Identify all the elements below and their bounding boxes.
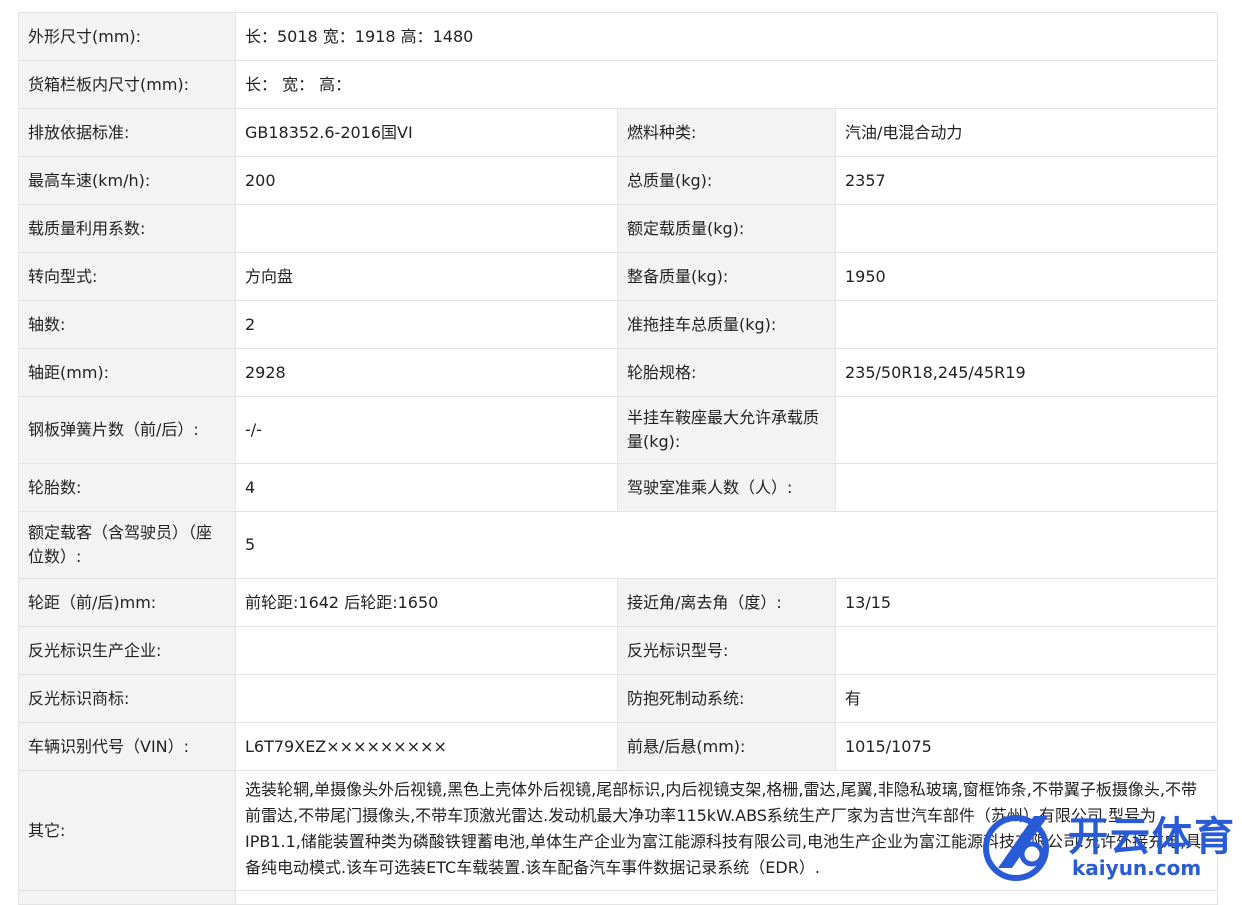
value-steering-type: 方向盘 [236,253,618,300]
table-row: 额定载客（含驾驶员）（座位数）: 5 [18,512,1218,579]
value-reflector-model [836,627,1218,674]
label-reflector-model: 反光标识型号: [618,627,836,674]
label-fuel-type: 燃料种类: [618,109,836,156]
value-emission-standard: GB18352.6-2016国VI [236,109,618,156]
label-cargo-box-dimensions: 货箱栏板内尺寸(mm): [18,61,236,108]
table-row: 反光标识商标: 防抱死制动系统: 有 [18,675,1218,723]
empty-cell [236,891,1218,904]
label-vin: 车辆识别代号（VIN）: [18,723,236,770]
value-cab-occupants [836,464,1218,511]
label-axle-count: 轴数: [18,301,236,348]
label-approach-departure-angle: 接近角/离去角（度）: [618,579,836,626]
label-rated-load: 额定载质量(kg): [618,205,836,252]
value-rated-load [836,205,1218,252]
vehicle-spec-table: 外形尺寸(mm): 长：5018 宽：1918 高：1480 货箱栏板内尺寸(m… [18,12,1218,905]
table-row: 轮距（前/后)mm: 前轮距:1642 后轮距:1650 接近角/离去角（度）:… [18,579,1218,627]
table-row: 转向型式: 方向盘 整备质量(kg): 1950 [18,253,1218,301]
value-overhang: 1015/1075 [836,723,1218,770]
value-saddle-load [836,397,1218,463]
label-reflector-brand: 反光标识商标: [18,675,236,722]
value-cargo-box-dimensions: 长： 宽： 高： [236,61,1218,108]
table-row: 排放依据标准: GB18352.6-2016国VI 燃料种类: 汽油/电混合动力 [18,109,1218,157]
label-emission-standard: 排放依据标准: [18,109,236,156]
table-row: 载质量利用系数: 额定载质量(kg): [18,205,1218,253]
table-row: 车辆识别代号（VIN）: L6T79XEZ××××××××× 前悬/后悬(mm)… [18,723,1218,771]
table-row: 外形尺寸(mm): 长：5018 宽：1918 高：1480 [18,13,1218,61]
value-fuel-type: 汽油/电混合动力 [836,109,1218,156]
label-track-width: 轮距（前/后)mm: [18,579,236,626]
value-curb-mass: 1950 [836,253,1218,300]
value-abs: 有 [836,675,1218,722]
value-approach-departure-angle: 13/15 [836,579,1218,626]
value-other: 选装轮辋,单摄像头外后视镜,黑色上壳体外后视镜,尾部标识,内后视镜支架,格栅,雷… [236,771,1218,890]
value-trailer-mass [836,301,1218,348]
value-track-width: 前轮距:1642 后轮距:1650 [236,579,618,626]
label-rated-passengers: 额定载客（含驾驶员）（座位数）: [18,512,236,578]
table-row: 轮胎数: 4 驾驶室准乘人数（人）: [18,464,1218,512]
value-axle-count: 2 [236,301,618,348]
label-curb-mass: 整备质量(kg): [618,253,836,300]
value-reflector-maker [236,627,618,674]
label-cab-occupants: 驾驶室准乘人数（人）: [618,464,836,511]
value-load-utilization [236,205,618,252]
value-leaf-springs: -/- [236,397,618,463]
value-tire-count: 4 [236,464,618,511]
table-row: 反光标识生产企业: 反光标识型号: [18,627,1218,675]
table-row: 钢板弹簧片数（前/后）: -/- 半挂车鞍座最大允许承载质量(kg): [18,397,1218,464]
empty-cell [18,891,236,904]
value-wheelbase: 2928 [236,349,618,396]
label-wheelbase: 轴距(mm): [18,349,236,396]
label-leaf-springs: 钢板弹簧片数（前/后）: [18,397,236,463]
value-dimensions: 长：5018 宽：1918 高：1480 [236,13,1218,60]
label-total-mass: 总质量(kg): [618,157,836,204]
table-row: 货箱栏板内尺寸(mm): 长： 宽： 高： [18,61,1218,109]
value-max-speed: 200 [236,157,618,204]
table-row: 其它: 选装轮辋,单摄像头外后视镜,黑色上壳体外后视镜,尾部标识,内后视镜支架,… [18,771,1218,891]
label-reflector-maker: 反光标识生产企业: [18,627,236,674]
label-overhang: 前悬/后悬(mm): [618,723,836,770]
value-tire-spec: 235/50R18,245/45R19 [836,349,1218,396]
value-reflector-brand [236,675,618,722]
label-trailer-mass: 准拖挂车总质量(kg): [618,301,836,348]
label-tire-count: 轮胎数: [18,464,236,511]
label-load-utilization: 载质量利用系数: [18,205,236,252]
table-row: 轴距(mm): 2928 轮胎规格: 235/50R18,245/45R19 [18,349,1218,397]
table-row: 轴数: 2 准拖挂车总质量(kg): [18,301,1218,349]
label-other: 其它: [18,771,236,890]
table-row: 最高车速(km/h): 200 总质量(kg): 2357 [18,157,1218,205]
label-steering-type: 转向型式: [18,253,236,300]
label-dimensions: 外形尺寸(mm): [18,13,236,60]
label-saddle-load: 半挂车鞍座最大允许承载质量(kg): [618,397,836,463]
value-rated-passengers: 5 [236,512,1218,578]
value-total-mass: 2357 [836,157,1218,204]
label-max-speed: 最高车速(km/h): [18,157,236,204]
label-abs: 防抱死制动系统: [618,675,836,722]
table-row [18,891,1218,905]
label-tire-spec: 轮胎规格: [618,349,836,396]
value-vin: L6T79XEZ××××××××× [236,723,618,770]
